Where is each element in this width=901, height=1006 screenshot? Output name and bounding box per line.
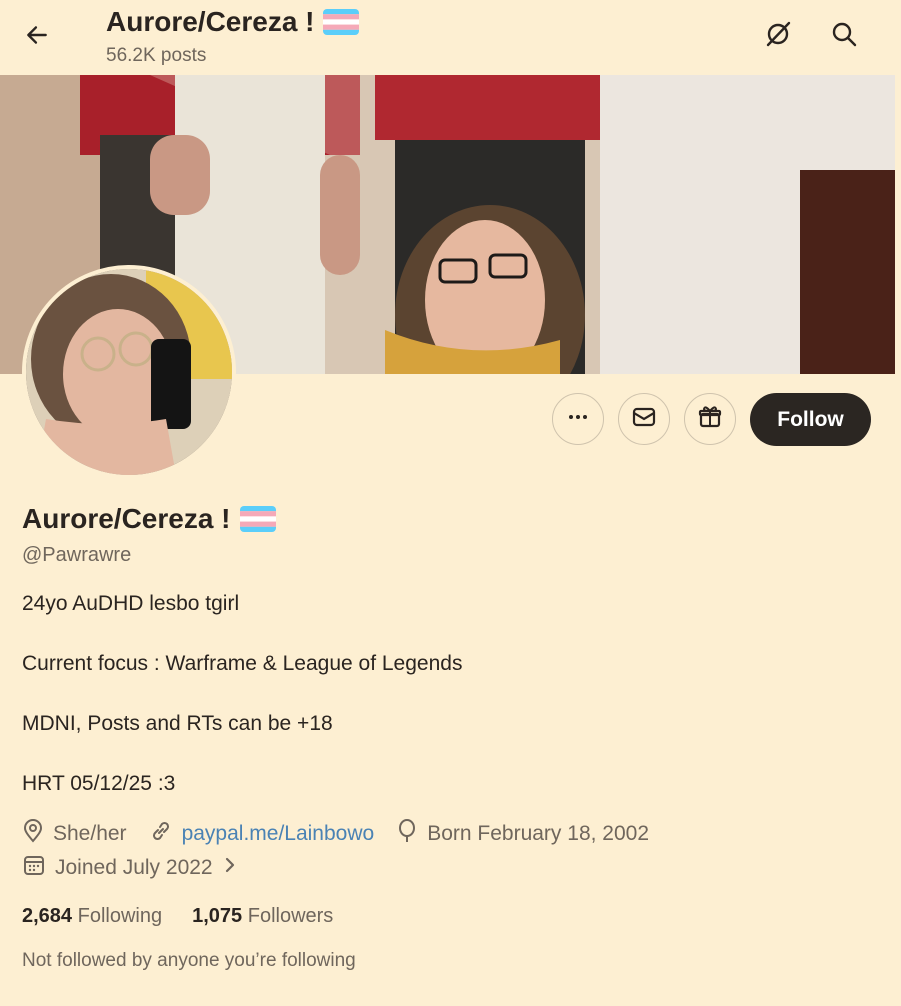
calendar-icon — [22, 853, 46, 883]
joined-text: Joined July 2022 — [55, 856, 213, 879]
link-icon — [149, 819, 173, 849]
profile-name: Aurore/Cereza ! — [22, 503, 276, 535]
post-count: 56.2K posts — [106, 45, 207, 66]
follow-stats: 2,684 Following 1,075 Followers — [22, 905, 333, 928]
followers-label: Followers — [247, 905, 334, 927]
balloon-icon — [396, 819, 418, 849]
bio-line: Current focus : Warframe & League of Leg… — [22, 652, 463, 675]
top-bar: Aurore/Cereza ! 56.2K posts — [0, 0, 901, 75]
trans-flag-icon — [322, 9, 359, 35]
birthday-text: Born February 18, 2002 — [427, 822, 650, 845]
bio-line: HRT 05/12/25 :3 — [22, 772, 176, 795]
avatar[interactable] — [22, 265, 236, 479]
grok-button[interactable] — [758, 16, 798, 56]
follow-button[interactable]: Follow — [750, 393, 871, 446]
joined-row[interactable]: Joined July 2022 — [22, 853, 260, 883]
bio-line: 24yo AuDHD lesbo tgirl — [22, 592, 240, 615]
profile-link[interactable]: paypal.me/Lainbowo — [149, 819, 375, 849]
grok-icon — [763, 19, 793, 54]
bio-line: MDNI, Posts and RTs can be +18 — [22, 712, 333, 735]
more-button[interactable] — [552, 393, 604, 445]
following-count: 2,684 — [22, 905, 73, 927]
search-button[interactable] — [824, 16, 864, 56]
header-name: Aurore/Cereza ! — [106, 6, 315, 37]
profile-handle: @Pawrawre — [22, 544, 132, 566]
gift-icon — [697, 404, 723, 435]
followed-by-note: Not followed by anyone you’re following — [22, 950, 356, 971]
header-title: Aurore/Cereza ! — [106, 6, 359, 38]
message-button[interactable] — [618, 393, 670, 445]
paypal-link[interactable]: paypal.me/Lainbowo — [182, 822, 375, 846]
trans-flag-icon — [239, 506, 276, 532]
display-name: Aurore/Cereza ! — [22, 503, 231, 534]
birthday: Born February 18, 2002 — [396, 819, 649, 849]
following-label: Following — [77, 905, 163, 927]
search-icon — [830, 20, 858, 53]
pronouns-text: She/her — [53, 822, 127, 845]
profile-meta: She/her paypal.me/Lainbowo Born February… — [22, 819, 671, 849]
followers-count: 1,075 — [192, 905, 243, 927]
pronouns: She/her — [22, 819, 127, 849]
followers-link[interactable]: 1,075 Followers — [192, 905, 333, 928]
joined-date[interactable]: Joined July 2022 — [22, 853, 238, 883]
back-button[interactable] — [18, 18, 56, 56]
back-arrow-icon — [24, 22, 50, 53]
following-link[interactable]: 2,684 Following — [22, 905, 162, 928]
more-icon — [566, 405, 590, 434]
chevron-right-icon — [222, 855, 238, 881]
location-pin-icon — [22, 819, 44, 849]
message-icon — [631, 404, 657, 435]
gift-button[interactable] — [684, 393, 736, 445]
